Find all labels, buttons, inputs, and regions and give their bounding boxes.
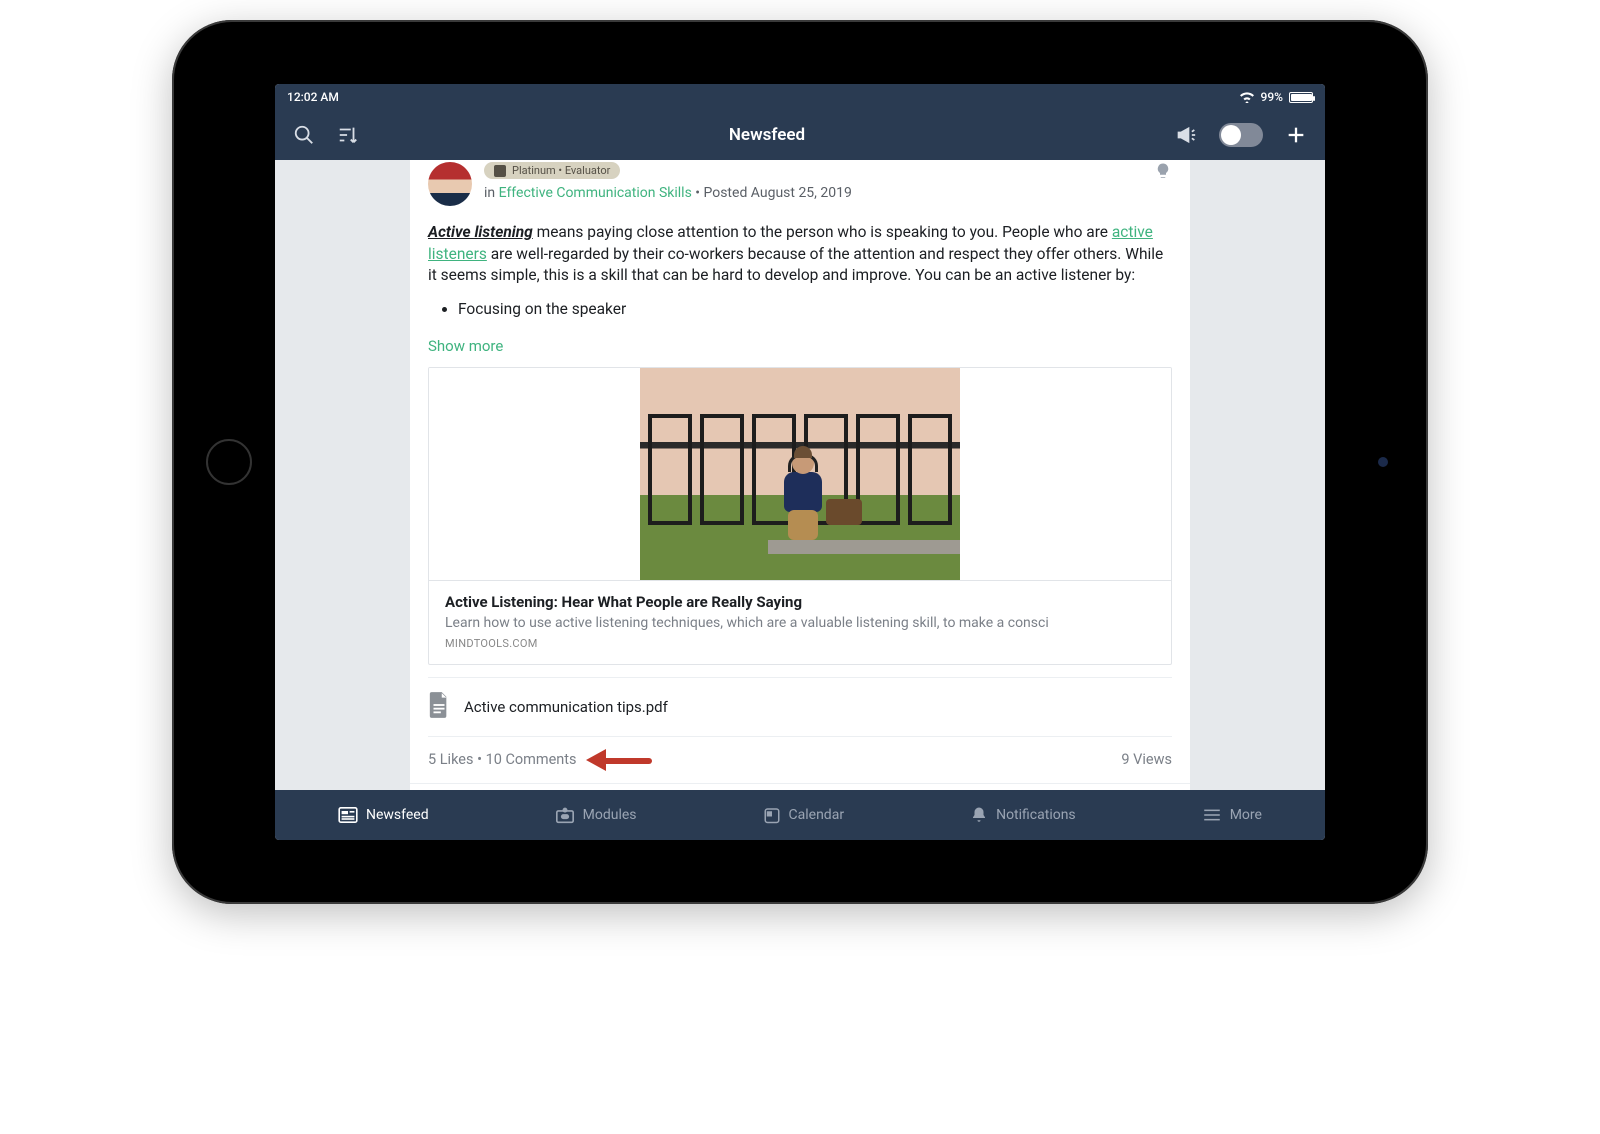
menu-icon: [1202, 808, 1222, 822]
battery-icon: [1289, 92, 1313, 103]
post-meta-line: in Effective Communication Skills • Post…: [484, 185, 1142, 201]
tab-more-label: More: [1230, 807, 1262, 823]
tab-modules[interactable]: Modules: [555, 806, 637, 824]
stats-sep: •: [473, 751, 485, 768]
content-area: Platinum • Evaluator in Effective Commun…: [275, 160, 1325, 790]
tablet-frame: 12:02 AM 99%: [172, 20, 1428, 904]
views-count: 9 Views: [1121, 751, 1172, 768]
link-preview-description: Learn how to use active listening techni…: [445, 615, 1155, 631]
wifi-icon: [1239, 91, 1255, 103]
bell-icon: [970, 806, 988, 824]
posted-text: • Posted August 25, 2019: [692, 185, 852, 201]
attachment-row[interactable]: Active communication tips.pdf: [428, 677, 1172, 736]
clock: 12:02 AM: [287, 90, 339, 104]
avatar[interactable]: [428, 162, 472, 206]
page-title: Newsfeed: [729, 125, 805, 145]
post-bullets: Focusing on the speaker: [428, 287, 1172, 325]
badge-label: Platinum • Evaluator: [512, 164, 610, 177]
modules-icon: [555, 806, 575, 824]
post-text-1: means paying close attention to the pers…: [533, 223, 1112, 241]
battery-percent: 99%: [1261, 90, 1283, 104]
megaphone-icon[interactable]: [1175, 125, 1197, 145]
in-prefix: in: [484, 185, 499, 201]
tab-calendar[interactable]: Calendar: [763, 806, 845, 824]
post-stats: 5 Likes • 10 Comments 9 Views: [428, 736, 1172, 783]
post-header: Platinum • Evaluator in Effective Commun…: [410, 160, 1190, 206]
tab-modules-label: Modules: [583, 807, 637, 823]
link-preview-card[interactable]: Active Listening: Hear What People are R…: [428, 367, 1172, 665]
tab-notifications-label: Notifications: [996, 807, 1076, 823]
post-body: Active listening means paying close atte…: [410, 206, 1190, 331]
status-right: 99%: [1239, 90, 1313, 104]
app-header: Newsfeed: [275, 110, 1325, 160]
comments-count[interactable]: 10 Comments: [486, 751, 577, 768]
tab-notifications[interactable]: Notifications: [970, 806, 1076, 824]
link-preview-image: [429, 368, 1171, 580]
show-more-button[interactable]: Show more: [410, 331, 1190, 367]
add-icon[interactable]: [1285, 124, 1307, 146]
status-bar: 12:02 AM 99%: [275, 84, 1325, 110]
lightbulb-icon[interactable]: [1154, 162, 1172, 184]
screen: 12:02 AM 99%: [275, 84, 1325, 840]
stats-left: 5 Likes • 10 Comments: [428, 751, 652, 769]
search-icon[interactable]: [293, 124, 315, 146]
bullet-item: Focusing on the speaker: [458, 295, 1172, 325]
announcements-toggle[interactable]: [1219, 123, 1263, 147]
tab-newsfeed[interactable]: Newsfeed: [338, 807, 429, 823]
tab-newsfeed-label: Newsfeed: [366, 807, 429, 823]
post-card: Platinum • Evaluator in Effective Commun…: [410, 160, 1190, 790]
badge-icon: [494, 165, 506, 177]
tablet-bezel: 12:02 AM 99%: [192, 40, 1408, 884]
user-badge: Platinum • Evaluator: [484, 162, 620, 179]
post-text-2: are well-regarded by their co-workers be…: [428, 245, 1163, 285]
link-preview-title: Active Listening: Hear What People are R…: [445, 593, 1155, 611]
calendar-icon: [763, 806, 781, 824]
annotation-arrow: [590, 751, 652, 769]
home-button[interactable]: [206, 439, 252, 485]
front-camera: [1378, 457, 1388, 467]
newsfeed-icon: [338, 807, 358, 823]
course-link[interactable]: Effective Communication Skills: [499, 185, 692, 201]
file-icon: [428, 692, 450, 722]
tab-more[interactable]: More: [1202, 807, 1262, 823]
post-term: Active listening: [428, 223, 533, 241]
tab-bar: Newsfeed Modules Calendar: [275, 790, 1325, 840]
likes-count[interactable]: 5 Likes: [428, 751, 473, 768]
attachment-name: Active communication tips.pdf: [464, 698, 668, 716]
sort-icon[interactable]: [337, 124, 359, 146]
post-actions: Like Comment: [410, 783, 1190, 790]
link-preview-domain: MINDTOOLS.COM: [445, 637, 1155, 650]
tab-calendar-label: Calendar: [789, 807, 845, 823]
